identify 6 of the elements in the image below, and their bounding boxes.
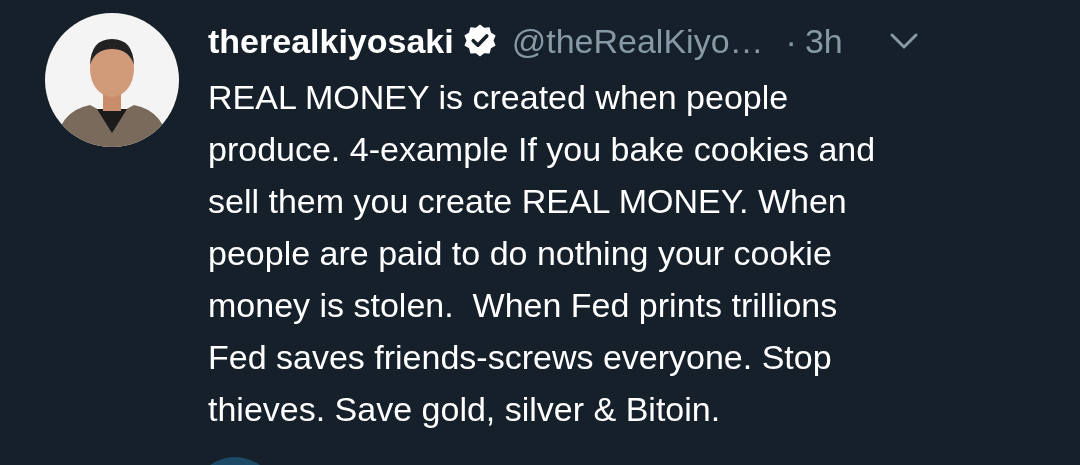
handle[interactable]: @theRealKiyo… [511, 21, 764, 61]
chevron-down-icon[interactable] [888, 32, 919, 50]
timestamp[interactable]: 3h [804, 21, 843, 61]
tweet-text: REAL MONEY is created when people produce. 4-example If you bake cookies and sell them you create REAL MONEY. When people are paid to do nothing your cookie money is stolen. When Fed prints trillions Fed saves friends-screws everyone. Stop thieves. Save gold, silver & Bitoin. [208, 77, 877, 430]
separator: · [785, 21, 797, 61]
display-name[interactable]: therealkiyosaki [208, 21, 454, 61]
